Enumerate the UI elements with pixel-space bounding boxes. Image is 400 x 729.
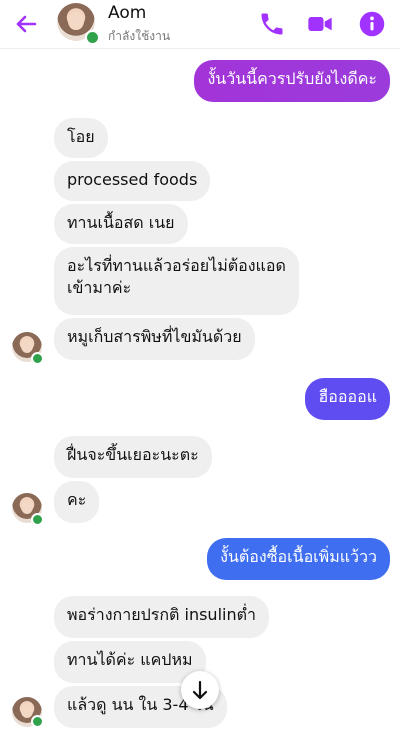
call-button[interactable] bbox=[258, 10, 286, 38]
message-bubble-incoming[interactable]: พอร่างกายปรกติ insulinต่ำ bbox=[54, 596, 269, 638]
message-bubble-outgoing[interactable]: ฮืออออแ bbox=[305, 378, 390, 420]
chat-header: Aom กำลังใช้งาน bbox=[0, 0, 400, 49]
back-arrow-icon bbox=[16, 15, 37, 33]
message-bubble-outgoing[interactable]: งั้นวันนี้ควรปรับยังไงดีคะ bbox=[194, 60, 390, 102]
message-line: อะไรที่ทานแล้วอร่อยไม่ต้องแอด bbox=[67, 256, 286, 275]
message-bubble-incoming[interactable]: อะไรที่ทานแล้วอร่อยไม่ต้องแอด เข้ามาค่ะ bbox=[54, 247, 299, 315]
video-camera-icon bbox=[308, 17, 332, 31]
contact-status: กำลังใช้งาน bbox=[108, 29, 171, 43]
back-button[interactable] bbox=[12, 10, 40, 38]
message-bubble-outgoing[interactable]: งั้นต้องซื้อเนื้อเพิ่มแว้วว bbox=[207, 538, 390, 580]
contact-name[interactable]: Aom bbox=[108, 3, 146, 23]
online-indicator bbox=[31, 352, 44, 365]
message-bubble-incoming[interactable]: ทานเนื้อสด เนย bbox=[54, 204, 188, 244]
message-bubble-incoming[interactable]: ฝื่นจะขึ้นเยอะนะตะ bbox=[54, 436, 212, 478]
info-button[interactable] bbox=[358, 10, 386, 38]
message-bubble-incoming[interactable]: processed foods bbox=[54, 161, 211, 201]
message-bubble-incoming[interactable]: หมูเก็บสารพิษที่ไขมันด้วย bbox=[54, 318, 255, 360]
online-indicator bbox=[31, 513, 44, 526]
online-indicator bbox=[85, 30, 100, 45]
scroll-to-bottom-button[interactable] bbox=[181, 671, 219, 709]
online-indicator bbox=[31, 715, 44, 728]
info-icon bbox=[359, 11, 385, 37]
message-bubble-incoming[interactable]: คะ bbox=[54, 481, 100, 523]
message-bubble-incoming[interactable]: โอย bbox=[54, 118, 108, 158]
arrow-down-icon bbox=[192, 680, 208, 700]
message-line: เข้ามาค่ะ bbox=[67, 278, 132, 297]
video-call-button[interactable] bbox=[306, 10, 334, 38]
phone-icon bbox=[261, 13, 283, 35]
